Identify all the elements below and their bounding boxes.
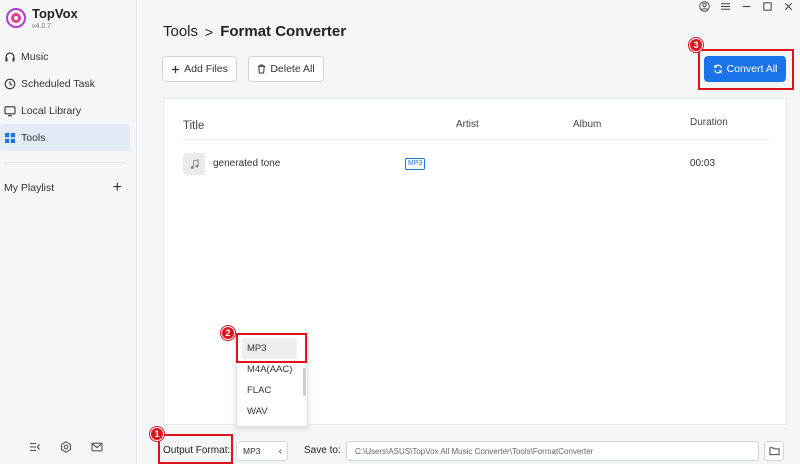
table-row[interactable]: generated tone MP3 00:03 xyxy=(183,153,769,175)
brand: TopVox v4.0.7 xyxy=(6,6,78,31)
step-badge-3: 3 xyxy=(689,38,703,52)
topvox-logo-icon xyxy=(6,8,26,28)
delete-all-label: Delete All xyxy=(270,63,315,75)
collapse-sidebar-icon[interactable] xyxy=(28,440,41,453)
dropdown-option-wav[interactable]: WAV xyxy=(237,401,307,422)
delete-all-button[interactable]: Delete All xyxy=(248,56,324,82)
sidebar-item-local-library[interactable]: Local Library xyxy=(0,97,130,124)
sidebar-item-label: Tools xyxy=(21,131,46,144)
settings-gear-icon[interactable] xyxy=(59,440,72,453)
my-playlist-header[interactable]: My Playlist + xyxy=(4,180,122,196)
highlight-output-format xyxy=(158,434,233,464)
minimize-icon[interactable] xyxy=(741,1,752,12)
account-icon[interactable] xyxy=(699,0,710,12)
add-playlist-button[interactable]: + xyxy=(113,180,122,196)
close-icon[interactable] xyxy=(783,1,794,12)
sidebar-item-label: Local Library xyxy=(21,104,82,117)
mail-icon[interactable] xyxy=(90,440,103,453)
highlight-convert-all xyxy=(698,49,794,90)
sidebar: TopVox v4.0.7 Music Scheduled Task Local… xyxy=(0,0,137,464)
sidebar-item-music[interactable]: Music xyxy=(0,43,130,70)
monitor-icon xyxy=(4,105,16,117)
sidebar-footer xyxy=(28,440,103,453)
header-divider xyxy=(183,139,769,140)
breadcrumb-tools[interactable]: Tools xyxy=(163,23,198,40)
highlight-mp3-option xyxy=(236,333,307,363)
output-format-value: MP3 xyxy=(243,446,261,456)
sidebar-item-label: Scheduled Task xyxy=(21,77,95,90)
format-badge: MP3 xyxy=(405,158,426,170)
trash-icon xyxy=(258,64,266,74)
playlist-label: My Playlist xyxy=(4,182,55,194)
sidebar-nav: Music Scheduled Task Local Library Tools xyxy=(0,43,130,151)
step-badge-1: 1 xyxy=(150,427,164,441)
music-note-icon xyxy=(183,153,205,175)
browse-folder-button[interactable] xyxy=(764,441,784,461)
page-title: Format Converter xyxy=(220,23,347,40)
add-files-button[interactable]: Add Files xyxy=(162,56,237,82)
headphones-icon xyxy=(4,51,16,63)
breadcrumb-separator: > xyxy=(205,23,214,40)
sidebar-divider xyxy=(4,162,126,163)
column-album: Album xyxy=(573,119,602,130)
bottom-bar: Output Format: MP3 ‹ Save to: C:\Users\A… xyxy=(137,430,800,464)
track-title: generated tone xyxy=(213,158,281,169)
clock-icon xyxy=(4,78,16,90)
sidebar-item-tools[interactable]: Tools xyxy=(0,124,130,151)
output-format-select[interactable]: MP3 ‹ xyxy=(236,441,288,461)
chevron-left-icon: ‹ xyxy=(278,446,282,457)
sidebar-item-scheduled-task[interactable]: Scheduled Task xyxy=(0,70,130,97)
step-badge-2: 2 xyxy=(221,326,235,340)
window-controls xyxy=(699,0,794,12)
dropdown-scrollbar[interactable] xyxy=(303,368,306,396)
app-name: TopVox xyxy=(32,6,78,21)
save-path-field[interactable]: C:\Users\ASUS\TopVox All Music Converter… xyxy=(346,441,759,461)
maximize-icon[interactable] xyxy=(762,1,773,12)
grid-icon xyxy=(4,132,16,144)
app-version: v4.0.7 xyxy=(32,23,52,30)
save-to-label: Save to: xyxy=(304,445,341,456)
add-files-label: Add Files xyxy=(184,63,228,75)
dropdown-option-flac[interactable]: FLAC xyxy=(237,380,307,401)
plus-icon xyxy=(172,65,180,73)
column-artist: Artist xyxy=(456,119,479,130)
folder-icon xyxy=(768,447,780,456)
menu-icon[interactable] xyxy=(720,1,731,12)
track-duration: 00:03 xyxy=(690,158,716,169)
column-duration: Duration xyxy=(690,117,728,128)
column-title: Title xyxy=(183,120,205,132)
breadcrumb: Tools > Format Converter xyxy=(163,23,346,40)
sidebar-item-label: Music xyxy=(21,50,49,63)
